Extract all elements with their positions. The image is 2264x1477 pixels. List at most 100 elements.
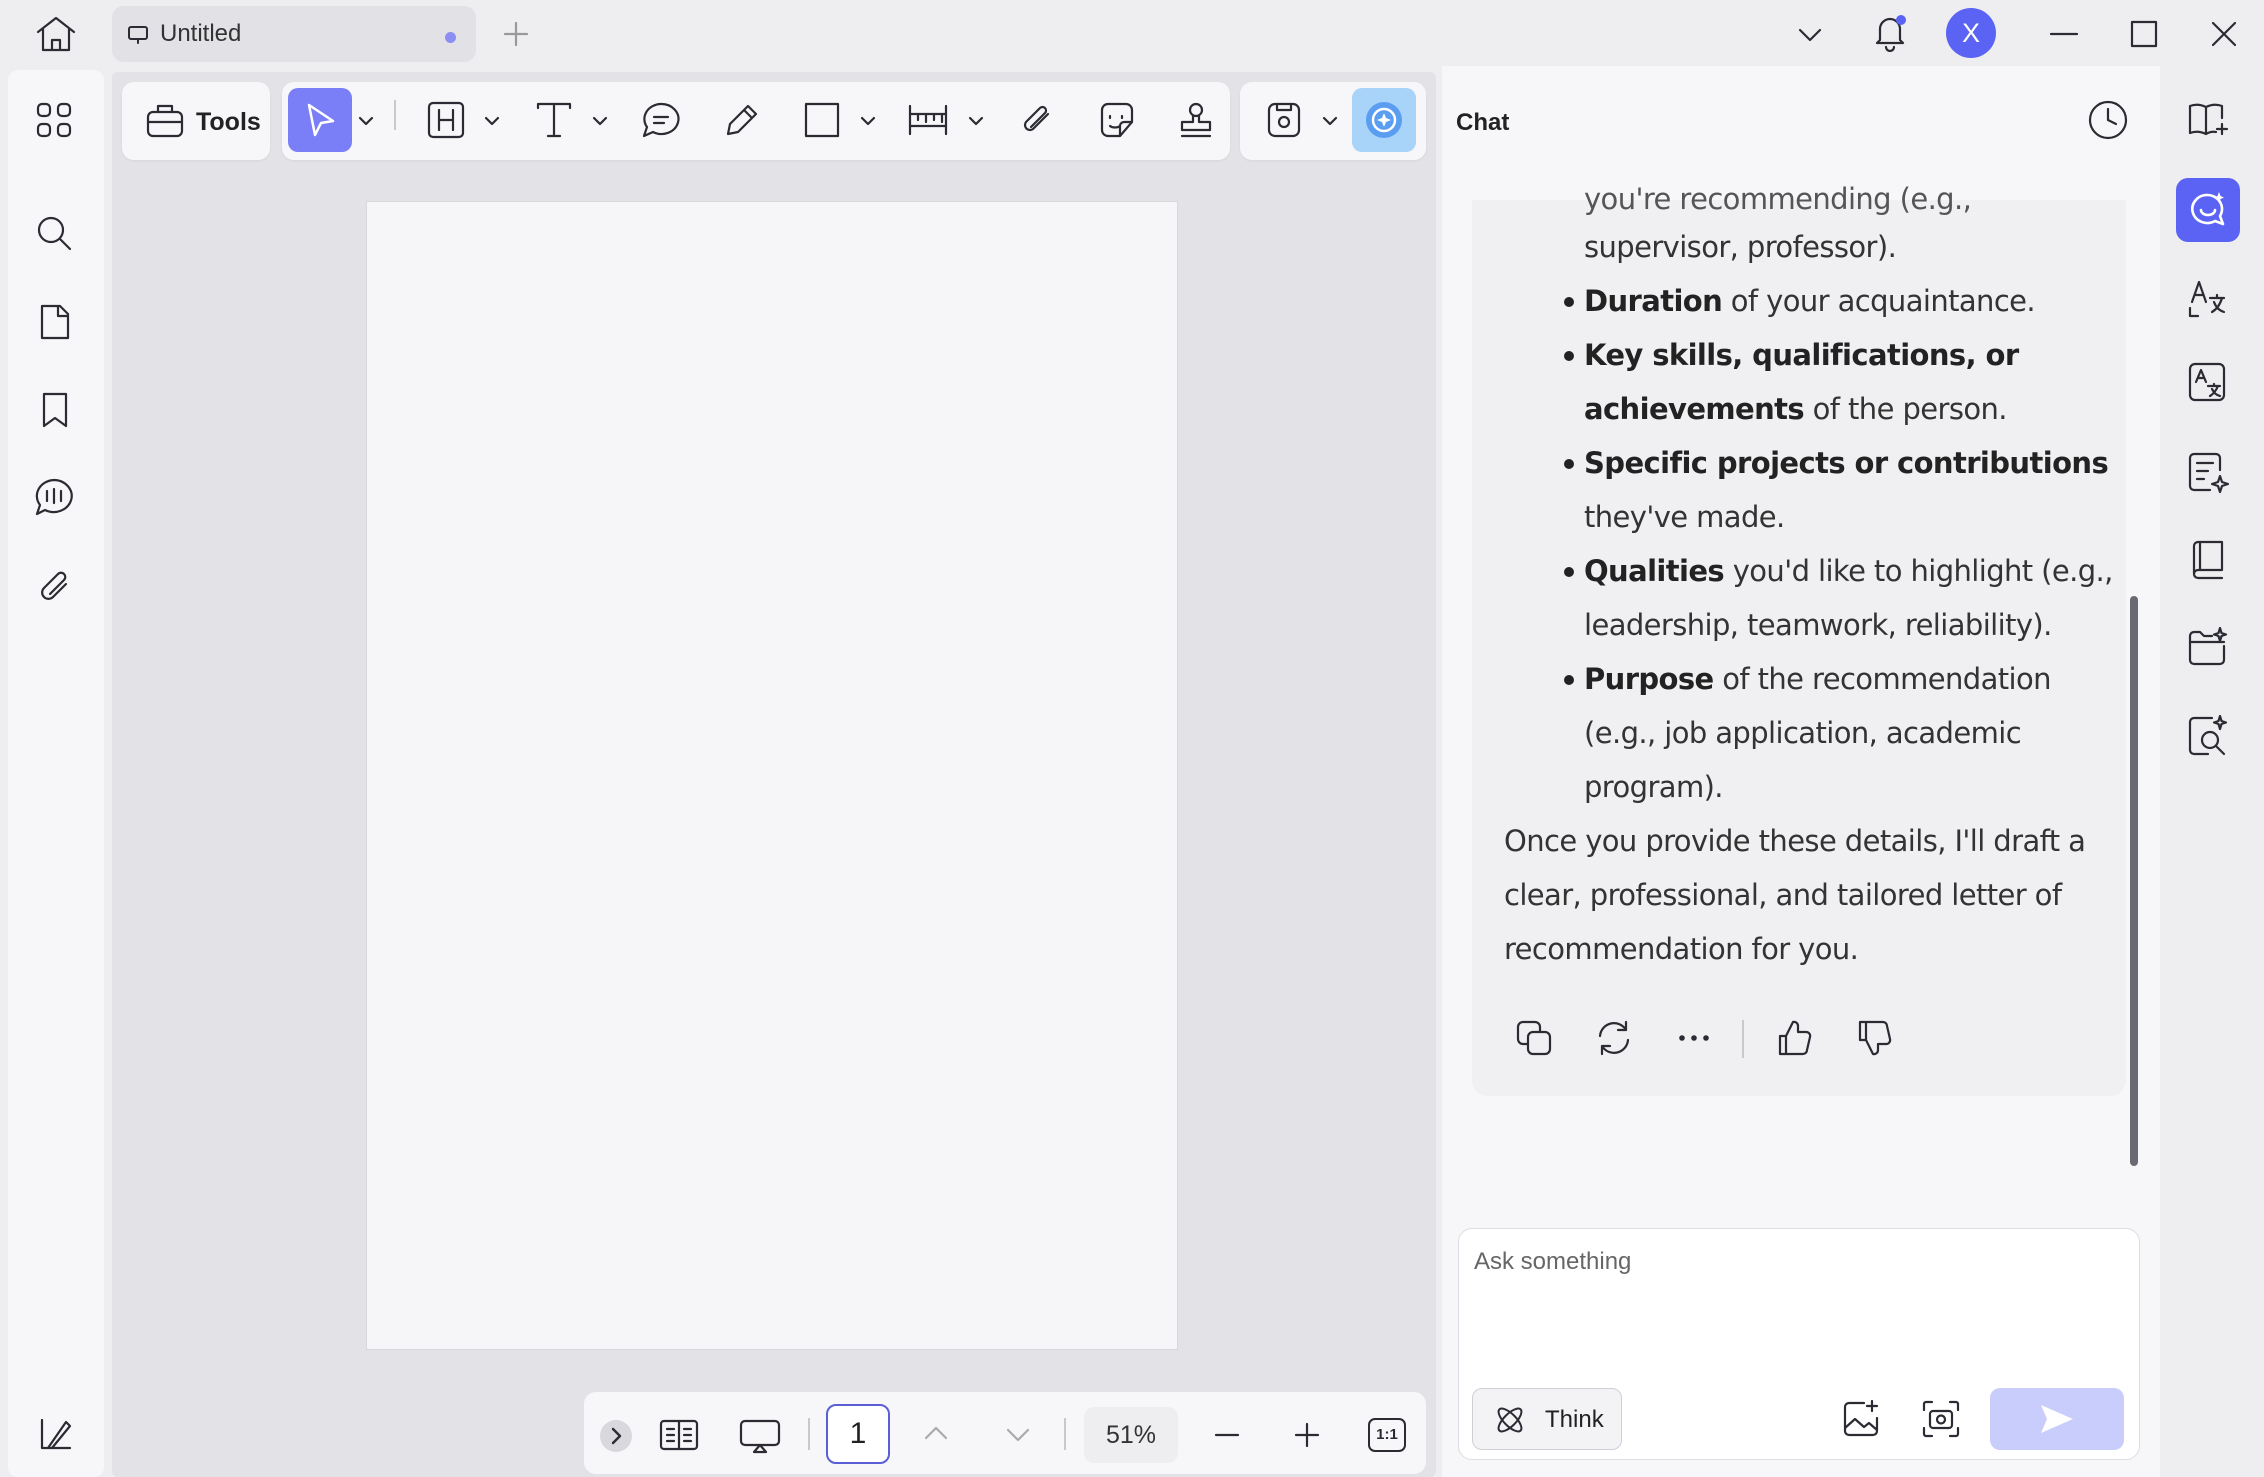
list-item-projects-cont: they've made.: [1584, 500, 1785, 534]
closing-line: Once you provide these details, I'll dra…: [1504, 824, 2086, 858]
translate-icon[interactable]: [2186, 276, 2230, 320]
notification-bell-icon[interactable]: [1872, 12, 1908, 52]
thumbs-up-icon[interactable]: [1774, 1018, 1814, 1058]
tools-label: Tools: [196, 108, 261, 136]
ai-summarize-icon[interactable]: [2186, 450, 2230, 494]
toolbox-icon: [144, 100, 186, 140]
presentation-mode-icon[interactable]: [738, 1416, 782, 1456]
ai-folder-icon[interactable]: [2186, 626, 2230, 670]
expand-arrow-icon[interactable]: [600, 1420, 632, 1452]
atom-icon: [1493, 1403, 1527, 1437]
page-thumbnail-icon[interactable]: [36, 302, 72, 342]
actual-size-button[interactable]: 1:1: [1368, 1418, 1406, 1452]
nav-divider: [1064, 1418, 1066, 1450]
bullet-dot: [1564, 297, 1574, 307]
stamp-tool-icon[interactable]: [1176, 100, 1216, 140]
zoom-out-icon[interactable]: [1212, 1420, 1242, 1450]
sidebar-collapse-icon[interactable]: [36, 1414, 76, 1454]
chat-title: Chat: [1456, 109, 1510, 136]
message-line: supervisor, professor).: [1584, 230, 1897, 264]
bullet-dot: [1564, 351, 1574, 361]
apps-grid-icon[interactable]: [34, 100, 74, 140]
new-tab-button[interactable]: [502, 20, 530, 48]
previous-page-icon[interactable]: [922, 1420, 950, 1448]
shape-dropdown-caret-icon[interactable]: [860, 113, 876, 129]
heading-dropdown-caret-icon[interactable]: [484, 113, 500, 129]
ai-chat-button[interactable]: [2176, 178, 2240, 242]
image-upload-icon[interactable]: [1840, 1398, 1882, 1440]
home-icon[interactable]: [34, 14, 78, 54]
sticker-tool-icon[interactable]: [1096, 100, 1138, 140]
thumbs-down-icon[interactable]: [1854, 1018, 1894, 1058]
pen-tool-icon[interactable]: [722, 100, 762, 140]
zoom-level[interactable]: 51%: [1084, 1407, 1178, 1463]
next-page-icon[interactable]: [1004, 1420, 1032, 1448]
closing-line: recommendation for you.: [1504, 932, 1859, 966]
screenshot-icon[interactable]: [1920, 1398, 1962, 1440]
chat-scrollbar[interactable]: [2130, 596, 2138, 1166]
attachment-icon[interactable]: [36, 566, 76, 606]
list-item-qualities-cont: leadership, teamwork, reliability).: [1584, 608, 2052, 642]
unsaved-indicator: [445, 32, 456, 43]
measure-dropdown-caret-icon[interactable]: [968, 113, 984, 129]
comment-tool-icon[interactable]: [640, 100, 682, 140]
document-tab[interactable]: Untitled: [112, 6, 476, 62]
tools-button[interactable]: Tools: [122, 82, 270, 160]
comments-icon[interactable]: [32, 476, 76, 518]
list-item-qualities: Qualities you'd like to highlight (e.g.,: [1584, 554, 2113, 588]
ai-search-document-icon[interactable]: [2186, 714, 2230, 758]
attach-file-tool-icon[interactable]: [1018, 100, 1058, 140]
ai-assistant-button[interactable]: [1352, 88, 1416, 152]
action-divider: [1742, 1020, 1744, 1058]
think-toggle-button[interactable]: Think: [1472, 1388, 1622, 1450]
maximize-icon[interactable]: [2128, 18, 2160, 50]
more-options-icon[interactable]: [1674, 1018, 1714, 1058]
heading-tool-icon[interactable]: [426, 100, 466, 140]
measure-tool-icon[interactable]: [906, 100, 950, 140]
select-dropdown-caret-icon[interactable]: [358, 113, 374, 129]
zoom-in-icon[interactable]: [1292, 1420, 1322, 1450]
list-item-purpose: Purpose of the recommendation: [1584, 662, 2051, 696]
save-icon[interactable]: [1264, 100, 1304, 140]
cursor-arrow-icon: [304, 102, 338, 140]
search-icon[interactable]: [34, 213, 74, 253]
chat-input-placeholder[interactable]: Ask something: [1474, 1248, 1631, 1276]
user-avatar[interactable]: X: [1946, 8, 1996, 58]
send-arrow-icon: [2038, 1402, 2076, 1436]
text-dropdown-caret-icon[interactable]: [592, 113, 608, 129]
history-clock-icon[interactable]: [2086, 98, 2130, 142]
closing-line: clear, professional, and tailored letter…: [1504, 878, 2062, 912]
save-dropdown-caret-icon[interactable]: [1322, 113, 1338, 129]
page-number-input[interactable]: 1: [826, 1404, 890, 1464]
knowledge-book-icon[interactable]: [2186, 538, 2230, 582]
two-page-view-icon[interactable]: [658, 1416, 700, 1454]
rectangle-tool-icon[interactable]: [802, 100, 842, 140]
think-label: Think: [1545, 1406, 1604, 1433]
bullet-dot: [1564, 459, 1574, 469]
close-icon[interactable]: [2208, 18, 2240, 50]
ai-reader-book-icon[interactable]: [2186, 98, 2230, 140]
ai-translate-doc-icon[interactable]: [2186, 360, 2230, 404]
tab-title: Untitled: [160, 20, 242, 47]
ai-assistant-icon: [1362, 98, 1406, 142]
list-item-duration: Duration of your acquaintance.: [1584, 284, 2036, 318]
list-item-purpose-cont: program).: [1584, 770, 1724, 804]
nav-divider: [808, 1418, 810, 1450]
presentation-icon: [126, 24, 150, 46]
list-item-purpose-cont: (e.g., job application, academic: [1584, 716, 2022, 750]
bookmark-icon[interactable]: [38, 390, 72, 430]
assistant-message: you're recommending (e.g., supervisor, p…: [1472, 182, 2126, 1096]
bullet-dot: [1564, 675, 1574, 685]
regenerate-icon[interactable]: [1594, 1018, 1634, 1058]
copy-icon[interactable]: [1514, 1018, 1554, 1058]
minimize-icon[interactable]: [2048, 18, 2080, 50]
left-sidebar: [8, 70, 104, 1477]
ai-chat-bot-icon: [2188, 190, 2228, 230]
document-page[interactable]: [366, 201, 1178, 1350]
list-item-key-skills: Key skills, qualifications, or: [1584, 338, 2019, 372]
bullet-dot: [1564, 567, 1574, 577]
select-tool-button[interactable]: [288, 88, 352, 152]
send-button[interactable]: [1990, 1388, 2124, 1450]
chevron-down-icon[interactable]: [1796, 22, 1824, 46]
text-tool-icon[interactable]: [534, 100, 574, 140]
